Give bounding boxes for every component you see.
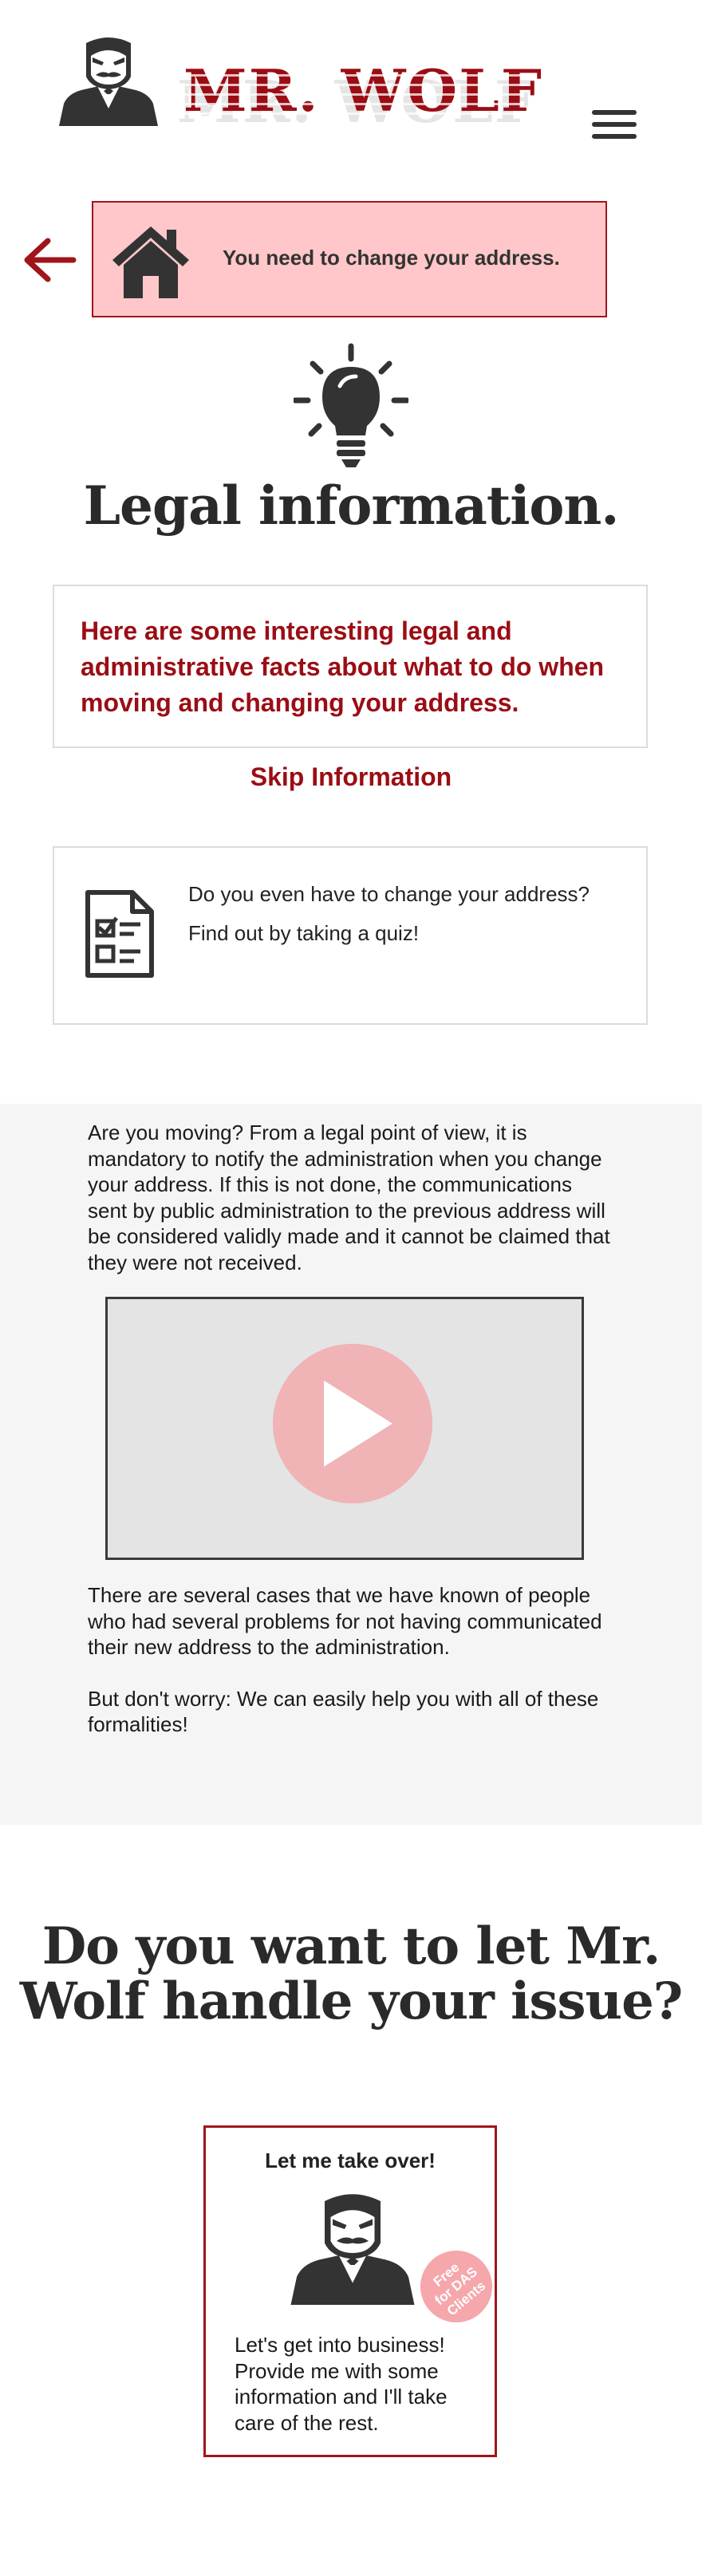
play-icon[interactable] [271,1342,434,1505]
article-paragraph-1: Are you moving? From a legal point of vi… [88,1121,610,1274]
quiz-question: Do you even have to change your address? [188,882,590,906]
notice-text: You need to change your address. [223,246,560,270]
free-badge: Free for DAS Clients [405,2235,507,2338]
arrow-left-icon[interactable] [24,236,77,284]
quiz-cta: Find out by taking a quiz! [188,920,420,945]
cta-title: Do you want to let Mr. Wolf handle your … [0,1919,702,2029]
legal-intro-box: Here are some interesting legal and admi… [53,585,648,748]
article-section: Are you moving? From a legal point of vi… [0,1104,702,1825]
legal-intro-text: Here are some interesting legal and admi… [81,616,605,717]
skip-information-link[interactable]: Skip Information [0,762,702,792]
logo-wordmark[interactable]: MR. WOLF [183,62,543,120]
take-over-title: Let me take over! [265,2149,436,2172]
checklist-document-icon [85,890,154,978]
video-player[interactable] [105,1297,584,1560]
article-paragraph-3: But don't worry: We can easily help you … [88,1686,599,1737]
take-over-card[interactable]: Let me take over! Free for DAS Clients L… [203,2125,507,2457]
hamburger-menu-icon[interactable] [592,110,637,144]
quiz-card[interactable]: Do you even have to change your address?… [53,846,648,1025]
take-over-text: Let's get into business! Provide me with… [235,2333,448,2435]
cta-title-text: Do you want to let Mr. Wolf handle your … [19,1916,684,2032]
mr-wolf-mascot-icon [290,2194,415,2305]
quiz-text: Do you even have to change your address?… [188,881,603,959]
lightbulb-icon [294,343,408,467]
page-title: Legal information. [83,475,620,537]
address-notice: You need to change your address. [92,201,607,317]
article-paragraphs: There are several cases that we have kno… [88,1582,614,1763]
mr-wolf-logo-icon[interactable] [57,35,160,128]
house-icon [112,226,189,298]
article-paragraph-2: There are several cases that we have kno… [88,1583,602,1659]
